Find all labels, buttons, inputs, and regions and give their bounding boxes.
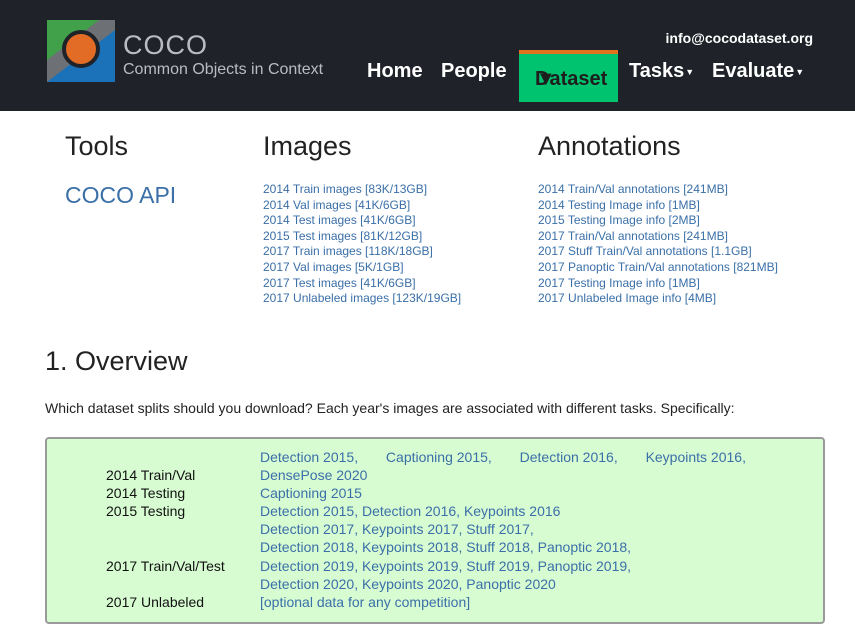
task-link[interactable]: Keypoints 2016: [464, 503, 561, 519]
split-label: 2014 Testing: [106, 485, 186, 501]
overview-title: 1. Overview: [45, 346, 188, 376]
annotations-link[interactable]: 2014 Testing Image info [1MB]: [538, 198, 700, 212]
nav-people[interactable]: People: [441, 60, 507, 82]
overview-intro: Which dataset splits should you download…: [45, 400, 735, 416]
task-link[interactable]: Keypoints 2019: [362, 558, 459, 574]
nav-evaluate-label: Evaluate: [712, 60, 795, 82]
images-link[interactable]: 2014 Val images [41K/6GB]: [263, 198, 410, 212]
task-link[interactable]: Detection 2018: [260, 539, 354, 555]
annotations-link-list: 2014 Train/Val annotations [241MB] 2014 …: [538, 182, 778, 307]
task-link[interactable]: Detection 2015: [260, 449, 354, 465]
task-link[interactable]: Detection 2016: [520, 449, 614, 465]
task-link[interactable]: Stuff 2017: [466, 521, 530, 537]
task-link[interactable]: Keypoints 2020: [362, 576, 459, 592]
logo-subtitle: Common Objects in Context: [123, 61, 324, 78]
nav-tasks-label: Tasks: [629, 60, 685, 82]
split-label: 2017 Train/Val/Test: [106, 558, 225, 574]
annotations-link[interactable]: 2017 Stuff Train/Val annotations [1.1GB]: [538, 244, 752, 258]
split-label: 2014 Train/Val: [106, 467, 196, 483]
coco-api-link[interactable]: COCO API: [65, 182, 176, 209]
task-links-line: Detection 2020, Keypoints 2020, Panoptic…: [260, 576, 556, 592]
task-link[interactable]: Panoptic 2020: [466, 576, 556, 592]
annotations-link[interactable]: 2015 Testing Image info [2MB]: [538, 213, 700, 227]
annotations-link[interactable]: 2014 Train/Val annotations [241MB]: [538, 182, 728, 196]
nav-dataset[interactable]: Dataset ▼: [519, 50, 618, 102]
task-link[interactable]: Panoptic 2018: [538, 539, 628, 555]
nav-evaluate[interactable]: Evaluate▼: [712, 60, 804, 83]
task-link[interactable]: Panoptic 2019: [538, 558, 628, 574]
task-link[interactable]: Keypoints 2018: [362, 539, 459, 555]
split-label: 2015 Testing: [106, 503, 186, 519]
caret-down-icon: ▼: [536, 68, 556, 90]
task-links-line: Detection 2017, Keypoints 2017, Stuff 20…: [260, 521, 534, 537]
annotations-heading: Annotations: [538, 131, 681, 161]
images-link[interactable]: 2017 Unlabeled images [123K/19GB]: [263, 291, 461, 305]
task-link[interactable]: Detection 2020: [260, 576, 354, 592]
task-links-line: Detection 2019, Keypoints 2019, Stuff 20…: [260, 558, 632, 574]
task-links-line: Detection 2015, Detection 2016, Keypoint…: [260, 503, 561, 519]
nav-tasks[interactable]: Tasks▼: [629, 60, 694, 83]
caret-down-icon: ▼: [795, 66, 805, 77]
task-links-line: DensePose 2020: [260, 467, 367, 483]
images-link[interactable]: 2015 Test images [81K/12GB]: [263, 229, 422, 243]
images-link[interactable]: 2017 Val images [5K/1GB]: [263, 260, 404, 274]
split-label: 2017 Unlabeled: [106, 594, 205, 610]
task-link[interactable]: Captioning 2015: [386, 449, 488, 465]
annotations-link[interactable]: 2017 Testing Image info [1MB]: [538, 276, 700, 290]
nav-home[interactable]: Home: [367, 60, 423, 82]
caret-down-icon: ▼: [685, 66, 695, 77]
annotations-link[interactable]: 2017 Train/Val annotations [241MB]: [538, 229, 728, 243]
email-link[interactable]: info@cocodataset.org: [666, 30, 813, 46]
task-link[interactable]: Stuff 2019: [466, 558, 530, 574]
task-links-line: Captioning 2015: [260, 485, 362, 501]
images-link[interactable]: 2017 Test images [41K/6GB]: [263, 276, 416, 290]
images-link[interactable]: 2014 Test images [41K/6GB]: [263, 213, 416, 227]
coco-logo-icon[interactable]: [47, 20, 115, 82]
task-link[interactable]: Captioning 2015: [260, 485, 362, 501]
task-link[interactable]: Detection 2019: [260, 558, 354, 574]
images-heading: Images: [263, 131, 352, 161]
task-link[interactable]: Keypoints 2016: [646, 449, 743, 465]
task-link[interactable]: Detection 2016: [362, 503, 456, 519]
task-links-line: Detection 2015, Captioning 2015, Detecti…: [260, 449, 746, 465]
task-link[interactable]: Detection 2015: [260, 503, 354, 519]
task-link[interactable]: Stuff 2018: [466, 539, 530, 555]
logo-text[interactable]: COCO Common Objects in Context: [123, 30, 323, 80]
task-links-line: Detection 2018, Keypoints 2018, Stuff 20…: [260, 539, 632, 555]
images-link-list: 2014 Train images [83K/13GB] 2014 Val im…: [263, 182, 461, 307]
task-links-line: [optional data for any competition]: [260, 594, 470, 610]
annotations-link[interactable]: 2017 Panoptic Train/Val annotations [821…: [538, 260, 778, 274]
images-link[interactable]: 2014 Train images [83K/13GB]: [263, 182, 427, 196]
task-link[interactable]: [optional data for any competition]: [260, 594, 470, 610]
task-link[interactable]: DensePose 2020: [260, 467, 367, 483]
task-link[interactable]: Keypoints 2017: [362, 521, 459, 537]
annotations-link[interactable]: 2017 Unlabeled Image info [4MB]: [538, 291, 716, 305]
logo-title: COCO: [123, 30, 208, 60]
site-header: COCO Common Objects in Context info@coco…: [0, 0, 855, 111]
task-link[interactable]: Detection 2017: [260, 521, 354, 537]
tools-heading: Tools: [65, 131, 129, 161]
images-link[interactable]: 2017 Train images [118K/18GB]: [263, 244, 433, 258]
